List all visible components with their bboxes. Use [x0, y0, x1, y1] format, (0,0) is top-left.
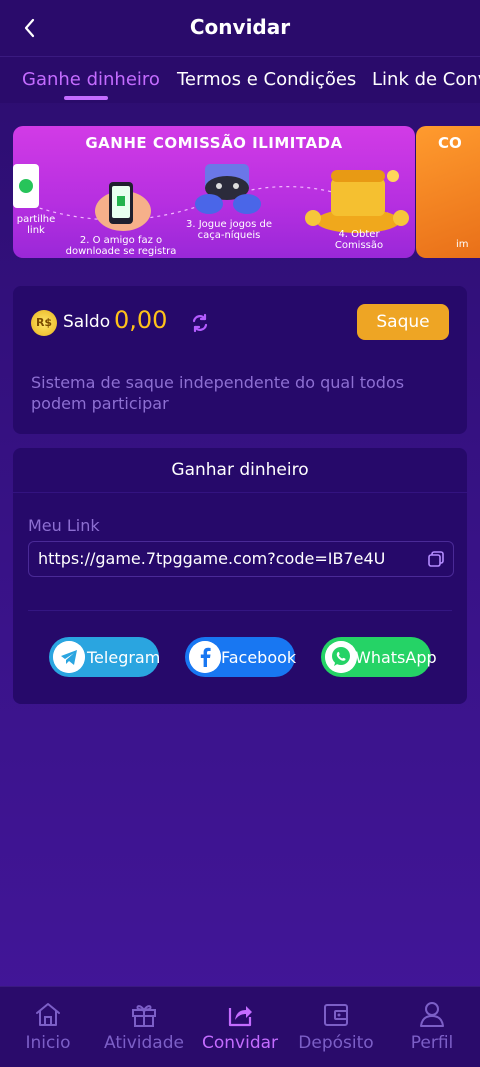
bottom-nav: Inicio Atividade Convidar Depósito Perfi… [0, 986, 480, 1067]
withdraw-description: Sistema de saque independente do qual to… [31, 373, 405, 413]
whatsapp-icon [325, 641, 357, 673]
banner-step-2: 2. O amigo faz o downloade se registra [65, 235, 177, 257]
nav-label: Perfil [410, 1033, 454, 1053]
page-title: Convidar [189, 15, 291, 39]
banner-next-sub: im [456, 239, 469, 250]
share-telegram-label: Telegram [87, 648, 161, 667]
wallet-icon [324, 1004, 348, 1026]
banner-next-title: CO [438, 134, 462, 152]
nav-item-deposito[interactable]: Depósito [288, 987, 384, 1067]
nav-label: Depósito [298, 1033, 374, 1053]
earn-card-title: Ganhar dinheiro [171, 460, 309, 480]
banner-step-3: 3. Jogue jogos de caça-níqueis [185, 219, 273, 241]
user-icon [420, 1002, 444, 1027]
balance-card: R$ Saldo 0,00 Saque Sistema de saque ind… [13, 286, 467, 434]
nav-label: Inicio [25, 1033, 71, 1053]
telegram-icon [53, 641, 85, 673]
nav-label: Atividade [104, 1033, 184, 1053]
tab-ganhe-dinheiro[interactable]: Ganhe dinheiro [22, 69, 160, 90]
balance-label: Saldo [63, 312, 111, 332]
invite-link-field[interactable]: https://game.7tpggame.com?code=IB7e4U [28, 541, 454, 577]
earn-card: Ganhar dinheiro Meu Link https://game.7t… [13, 448, 467, 704]
top-bar: Convidar [0, 0, 480, 56]
facebook-icon [189, 641, 221, 673]
nav-item-atividade[interactable]: Atividade [96, 987, 192, 1067]
nav-item-convidar[interactable]: Convidar [192, 987, 288, 1067]
withdraw-button[interactable]: Saque [357, 304, 449, 340]
gift-icon [132, 1005, 156, 1027]
currency-coin-icon: R$ [31, 310, 57, 336]
divider [28, 610, 452, 611]
share-facebook-button[interactable]: Facebook [185, 637, 297, 677]
copy-icon[interactable] [427, 550, 445, 568]
tab-termos-condicoes[interactable]: Termos e Condições [177, 69, 356, 90]
nav-item-perfil[interactable]: Perfil [384, 987, 480, 1067]
share-icon [228, 1006, 252, 1027]
invite-link-text: https://game.7tpggame.com?code=IB7e4U [38, 549, 386, 568]
balance-value: 0,00 [114, 306, 168, 334]
divider [13, 492, 467, 493]
share-telegram-button[interactable]: Telegram [49, 637, 161, 677]
tab-link-convite[interactable]: Link de Convi [372, 69, 480, 90]
promo-banner-next[interactable]: CO im [416, 126, 480, 258]
share-facebook-label: Facebook [221, 648, 297, 667]
promo-banner[interactable]: GANHE COMISSÃO ILIMITADA partilhe link 2.… [13, 126, 415, 258]
share-whatsapp-button[interactable]: WhatsApp [321, 637, 437, 677]
banner-step-4: 4. Obter Comissão [334, 229, 384, 251]
share-whatsapp-label: WhatsApp [355, 648, 437, 667]
refresh-icon[interactable] [189, 312, 211, 334]
banner-step-1: partilhe link [16, 214, 56, 236]
home-icon [36, 1003, 60, 1026]
nav-label: Convidar [201, 1033, 279, 1053]
active-tab-indicator [64, 96, 108, 100]
my-link-label: Meu Link [28, 516, 100, 535]
nav-item-inicio[interactable]: Inicio [0, 987, 96, 1067]
